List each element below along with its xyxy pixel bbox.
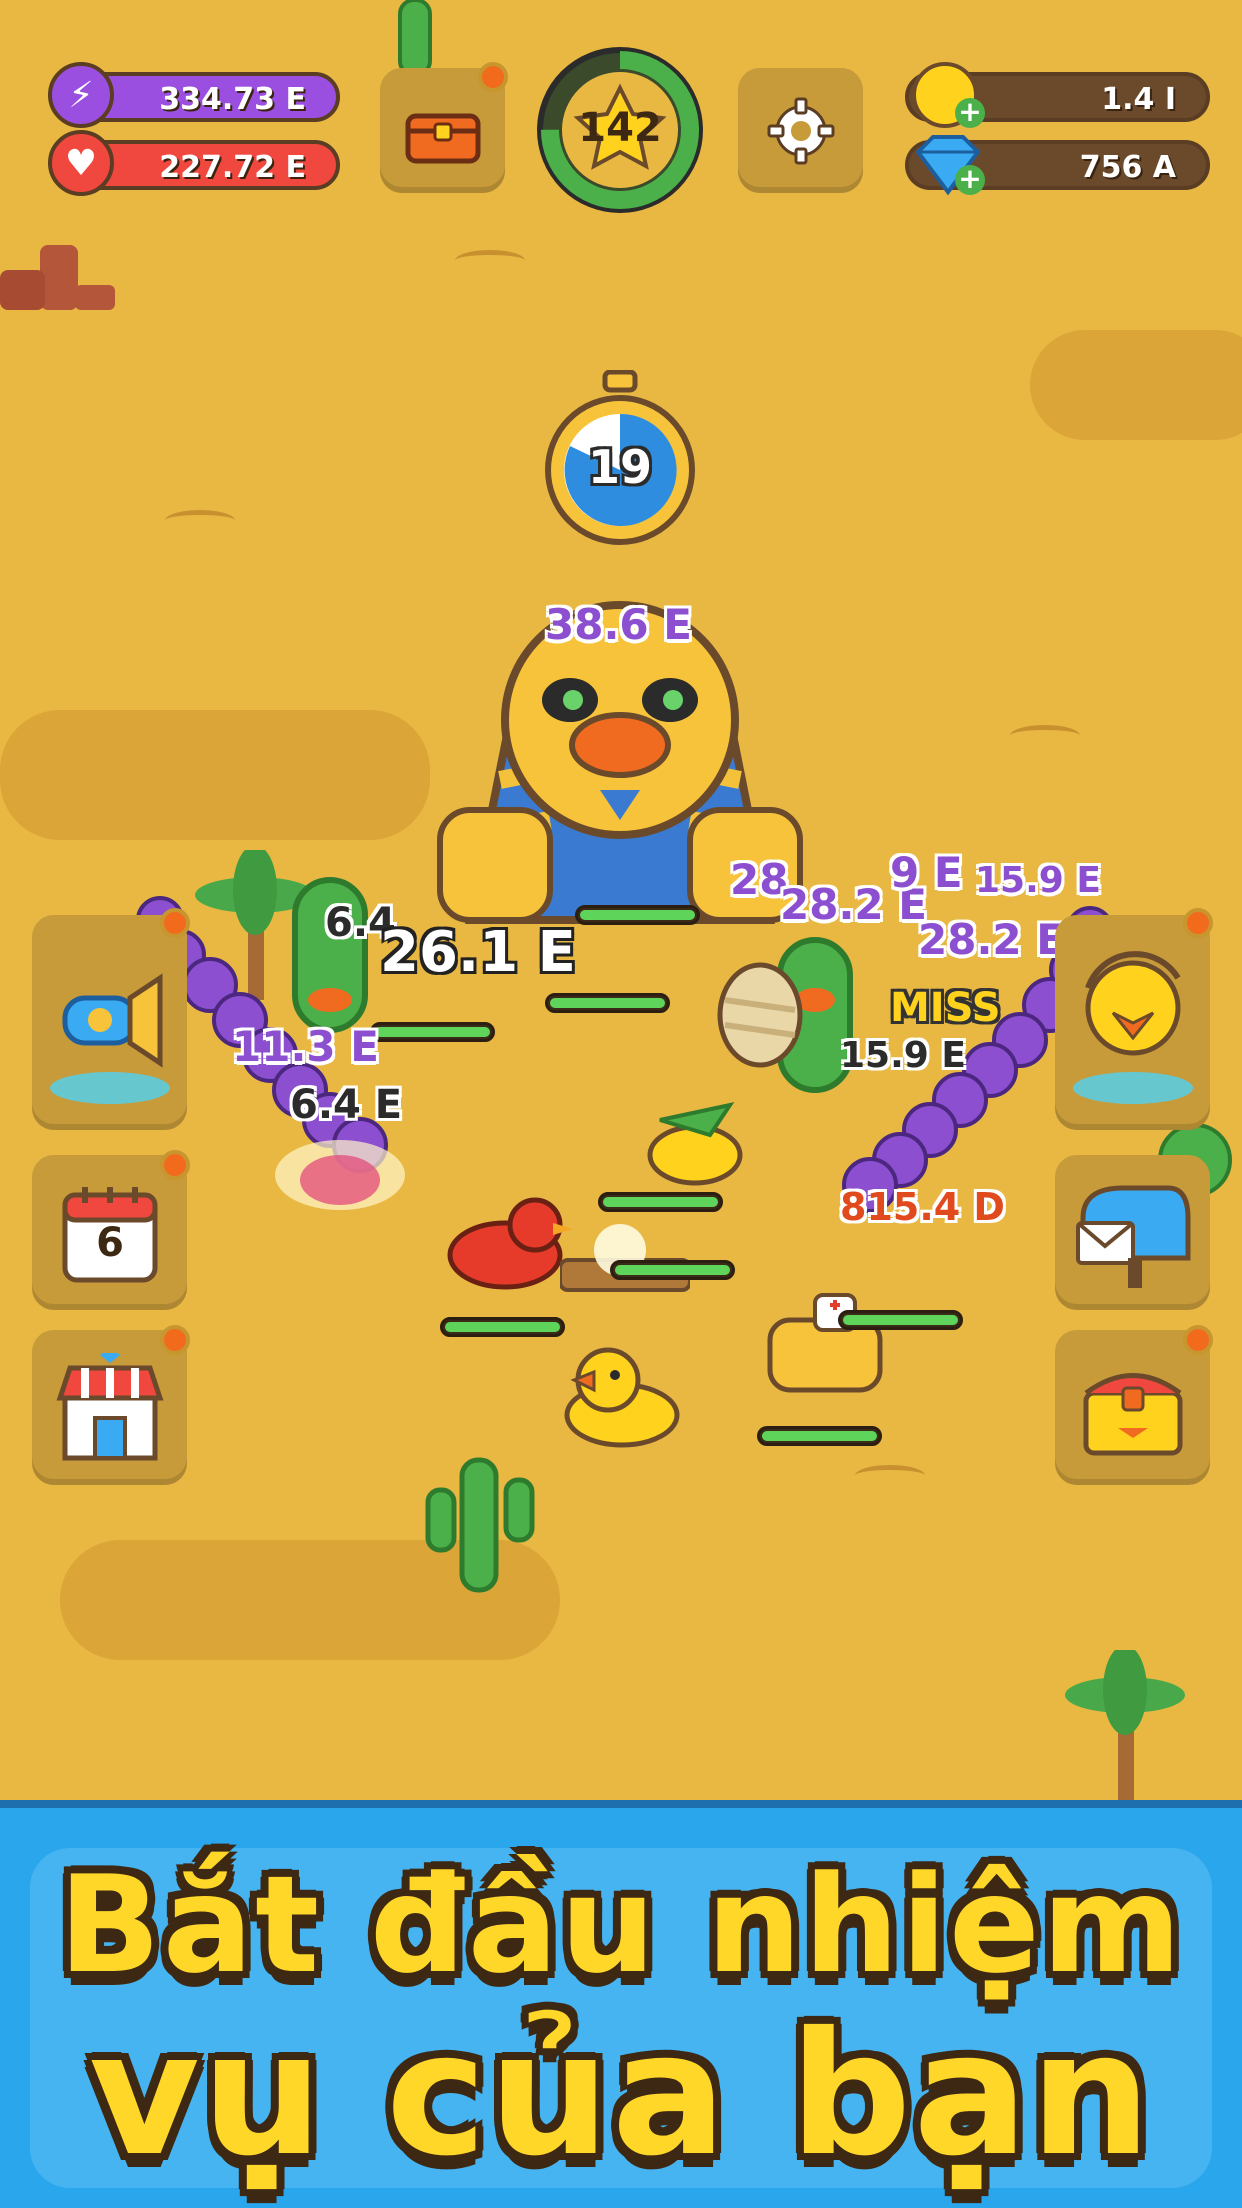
dune-mark: [455, 250, 525, 271]
damage-number: 38.6 E: [545, 600, 692, 649]
duck-chest-button[interactable]: [1055, 1330, 1210, 1485]
health-bar: [575, 905, 700, 925]
sand-patch: [1030, 330, 1242, 440]
damage-number: 11.3 E: [232, 1022, 379, 1071]
cactus-enemy[interactable]: [275, 870, 385, 1040]
refresh-hero-button[interactable]: [1055, 915, 1210, 1130]
health-bar: [838, 1310, 963, 1330]
palm-tree-decoration: [1065, 1650, 1185, 1800]
damage-number: 26.1 E: [380, 920, 576, 985]
notification-dot: [160, 1325, 190, 1355]
gem-value: 756 A: [1079, 150, 1176, 185]
mailbox-button[interactable]: [1055, 1155, 1210, 1310]
banner-headline-line1: Bắt đầu nhiệm: [58, 1847, 1184, 2003]
damage-number: 28.2 E: [918, 915, 1065, 964]
cactus-decoration: [425, 1457, 535, 1593]
calendar-day: 6: [96, 1220, 124, 1266]
damage-number: 6.4 E: [290, 1082, 403, 1128]
boss-timer-value: 19: [587, 440, 652, 494]
notification-dot: [1183, 908, 1213, 938]
damage-number: 15.9 E: [840, 1035, 966, 1076]
banner-headline-line2: vụ của bạn: [88, 1996, 1154, 2194]
archer-duck-hero[interactable]: [640, 1090, 750, 1190]
add-gem-icon[interactable]: +: [955, 165, 985, 195]
damage-number: 15.9 E: [975, 860, 1101, 901]
yellow-duck-hero[interactable]: [560, 1340, 680, 1450]
chest-icon: [1083, 1372, 1182, 1455]
health-bar: [545, 993, 670, 1013]
level-value: 142: [578, 105, 662, 151]
notification-dot: [478, 62, 508, 92]
dune-mark: [1010, 725, 1080, 746]
damage-number: 815.4 D: [840, 1185, 1005, 1229]
gear-icon: [767, 97, 834, 164]
red-duck-unit[interactable]: [445, 1195, 575, 1295]
gold-value: 1.4 I: [1101, 82, 1176, 117]
heart-icon: ♥: [48, 130, 114, 196]
health-value: 227.72 E: [159, 150, 306, 185]
notification-dot: [160, 908, 190, 938]
summon-horn-button[interactable]: [32, 915, 187, 1130]
notification-dot: [1183, 1325, 1213, 1355]
lightning-icon: ⚡: [48, 62, 114, 128]
sand-patch: [0, 710, 430, 840]
health-bar: [757, 1426, 882, 1446]
mailbox-icon: [1075, 1185, 1190, 1288]
hit-spark-effect: [275, 1140, 405, 1210]
health-bar: [598, 1192, 723, 1212]
tank-duck-hero[interactable]: [760, 1290, 890, 1400]
refresh-duck-icon: [1072, 950, 1193, 1104]
mummy-enemy[interactable]: [715, 960, 805, 1070]
shop-button[interactable]: [32, 1330, 187, 1485]
chest-icon: [405, 113, 480, 163]
health-bar: [610, 1260, 735, 1280]
settings-button[interactable]: [738, 68, 863, 193]
add-gold-icon[interactable]: +: [955, 98, 985, 128]
dune-mark: [165, 510, 235, 531]
damage-number: 9 E: [890, 848, 963, 897]
notification-dot: [160, 1150, 190, 1180]
rock-decoration: [0, 245, 115, 310]
health-bar: [370, 1022, 495, 1042]
promo-banner: Bắt đầu nhiệm vụ của bạn: [0, 1800, 1242, 2208]
dune-mark: [855, 1465, 925, 1486]
health-bar: [440, 1317, 565, 1337]
shop-icon: [56, 1352, 163, 1460]
energy-value: 334.73 E: [159, 82, 306, 117]
damage-number: MISS: [890, 985, 1001, 1031]
game-scene: 19 38.6 E 28 28.2 E 9 E 15.9 E 28.2 E 6.…: [0, 0, 1242, 1800]
horn-icon: [49, 972, 170, 1104]
